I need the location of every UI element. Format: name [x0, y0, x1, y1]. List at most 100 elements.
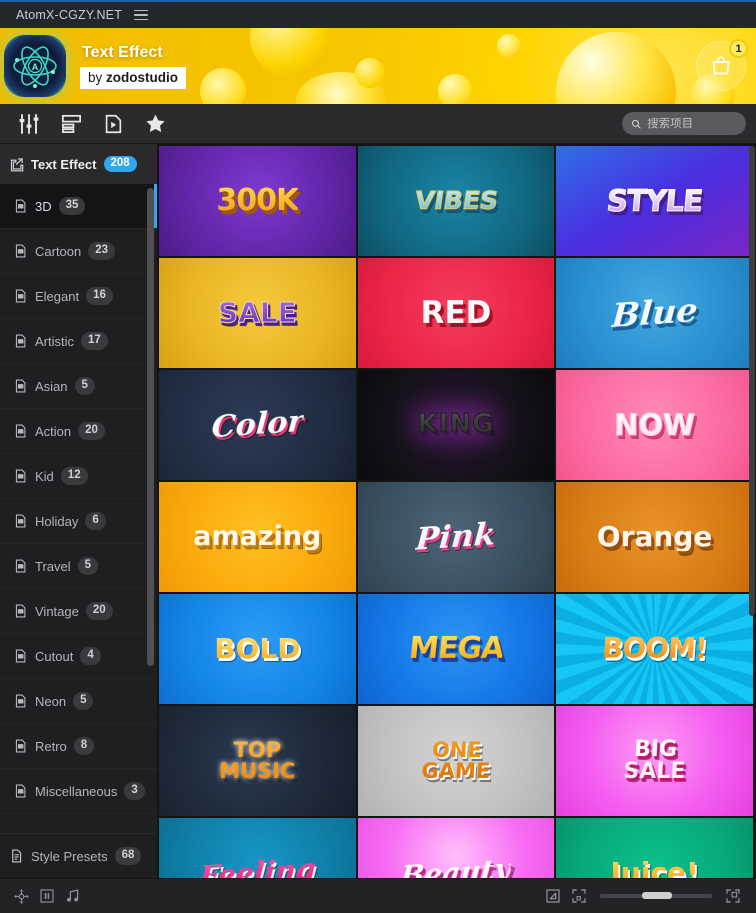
- star-icon[interactable]: [134, 105, 176, 143]
- template-thumbnail[interactable]: Juice! Juice!: [556, 818, 753, 878]
- template-thumbnail[interactable]: Color Color: [159, 370, 356, 480]
- title-bar: AtomX-CGZY.NET: [0, 0, 756, 28]
- template-thumbnail[interactable]: MEGA MEGA: [357, 594, 555, 704]
- cart-count-badge: 1: [729, 39, 748, 58]
- thumbnail-text-shadow: TOP MUSIC: [222, 742, 299, 787]
- sidebar-item-artistic[interactable]: AE Artistic 17: [0, 319, 157, 364]
- sidebar-item-miscellaneous[interactable]: AE Miscellaneous 3: [0, 769, 157, 814]
- file-play-icon[interactable]: [92, 105, 134, 143]
- main-body: Text Effect 208 AE 3D 35 AE Cartoon 23 AE …: [0, 144, 756, 878]
- sidebar-item-label: Miscellaneous: [35, 783, 118, 799]
- thumbnail-text: amazing: [193, 520, 322, 552]
- sidebar-item-action[interactable]: AE Action 20: [0, 409, 157, 454]
- shopping-bag-icon[interactable]: 1: [696, 39, 748, 91]
- zoom-slider[interactable]: [600, 892, 712, 899]
- thumbnail-text-shadow: amazing: [196, 524, 325, 556]
- thumbnail-text-shadow: MEGA: [409, 635, 508, 671]
- sidebar-item-style-presets[interactable]: Style Presets 68: [0, 833, 157, 878]
- sidebar-item-kid[interactable]: AE Kid 12: [0, 454, 157, 499]
- thumbnail-text-shadow: RED: [423, 298, 495, 335]
- sidebar-item-elegant[interactable]: AE Elegant 16: [0, 274, 157, 319]
- sidebar-item-count: 6: [85, 511, 106, 531]
- template-thumbnail[interactable]: Beauty Beauty: [357, 818, 555, 878]
- svg-text:A: A: [32, 62, 39, 72]
- sliders-icon[interactable]: [8, 105, 50, 143]
- template-thumbnail[interactable]: BOLD BOLD: [159, 594, 356, 704]
- template-thumbnail[interactable]: RED RED: [357, 258, 555, 368]
- sidebar-item-cartoon[interactable]: AE Cartoon 23: [0, 229, 157, 274]
- thumbnail-text: Feeling: [198, 852, 316, 878]
- template-thumbnail[interactable]: 300K 300K: [159, 146, 356, 256]
- banner-author: by zodostudio: [80, 66, 186, 89]
- zoom-slider-thumb[interactable]: [642, 892, 672, 899]
- thumbnail-text: MEGA: [407, 631, 505, 667]
- svg-text:AE: AE: [18, 475, 23, 479]
- template-thumbnail[interactable]: ONE GAME ONE GAME: [357, 706, 555, 816]
- sidebar-item-count: 5: [77, 556, 99, 576]
- template-thumbnail[interactable]: VIBES VIBES: [357, 146, 555, 256]
- banner-author-name: zodostudio: [106, 69, 178, 85]
- ae-file-icon: AE: [15, 379, 26, 393]
- crop-frame-icon[interactable]: [566, 884, 592, 908]
- sidebar-item-label: Travel: [35, 558, 71, 574]
- sidebar-item-retro[interactable]: AE Retro 8: [0, 724, 157, 769]
- ae-file-icon: AE: [15, 469, 26, 483]
- sidebar-header[interactable]: Text Effect 208: [0, 144, 157, 184]
- thumbnail-text: NOW: [614, 407, 696, 442]
- ae-file-icon: AE: [15, 604, 26, 618]
- template-thumbnail[interactable]: Orange Orange: [556, 482, 753, 592]
- svg-text:AE: AE: [18, 610, 23, 614]
- banner-text-block: Text Effect by zodostudio: [80, 44, 186, 89]
- sidebar-item-label: Cartoon: [35, 243, 82, 259]
- template-grid-area: 300K 300K VIBES VIBES STYLE STYLE SALE SALE RED R…: [157, 144, 756, 878]
- thumbnail-text: Beauty: [400, 853, 512, 878]
- sidebar-item-count: 5: [74, 376, 95, 396]
- thumbnail-text: Color: [210, 404, 305, 446]
- thumbnail-text-shadow: VIBES: [415, 189, 502, 219]
- search-box[interactable]: [622, 112, 746, 135]
- sidebar-item-count: 5: [73, 691, 94, 711]
- back-arrow-icon: [10, 157, 24, 171]
- template-thumbnail[interactable]: STYLE STYLE: [556, 146, 753, 256]
- music-note-icon[interactable]: [60, 884, 86, 908]
- sidebar-item-label: Kid: [35, 468, 54, 484]
- search-input[interactable]: [647, 117, 737, 130]
- move-tool-icon[interactable]: [8, 884, 34, 908]
- pause-icon[interactable]: [34, 884, 60, 908]
- sidebar-item-neon[interactable]: AE Neon 5: [0, 679, 157, 724]
- sidebar-item-travel[interactable]: AE Travel 5: [0, 544, 157, 589]
- template-thumbnail[interactable]: SALE SALE: [159, 258, 356, 368]
- template-thumbnail[interactable]: KING KING: [357, 370, 555, 480]
- hamburger-menu-icon[interactable]: [134, 8, 149, 22]
- template-thumbnail[interactable]: BOOM! BOOM!: [556, 594, 753, 704]
- thumbnail-text: 300K: [216, 183, 299, 219]
- thumbnail-text-shadow: STYLE: [608, 187, 707, 222]
- template-thumbnail[interactable]: TOP MUSIC TOP MUSIC: [159, 706, 356, 816]
- ae-file-icon: AE: [15, 334, 26, 348]
- list-layout-icon[interactable]: [50, 105, 92, 143]
- sidebar-item-holiday[interactable]: AE Holiday 6: [0, 499, 157, 544]
- sidebar-item-asian[interactable]: AE Asian 5: [0, 364, 157, 409]
- search-icon: [631, 119, 641, 129]
- expand-arrow-icon[interactable]: [540, 884, 566, 908]
- sidebar-item-count: 17: [81, 331, 108, 351]
- thumbnail-text-shadow: BOOM!: [603, 636, 711, 670]
- template-thumbnail[interactable]: NOW NOW: [556, 370, 753, 480]
- thumbnail-text: Orange: [596, 520, 713, 554]
- template-thumbnail[interactable]: amazing amazing: [159, 482, 356, 592]
- sidebar-item-count: 20: [78, 421, 105, 441]
- svg-text:AE: AE: [18, 655, 23, 659]
- grid-scrollbar[interactable]: [749, 146, 755, 616]
- sidebar-scrollbar[interactable]: [147, 188, 154, 666]
- sidebar-item-3d[interactable]: AE 3D 35: [0, 184, 157, 229]
- sidebar-item-vintage[interactable]: AE Vintage 20: [0, 589, 157, 634]
- template-thumbnail[interactable]: Pink Pink: [357, 482, 555, 592]
- template-thumbnail[interactable]: Blue Blue: [556, 258, 753, 368]
- thumbnail-text-shadow: Juice!: [613, 860, 702, 878]
- template-thumbnail[interactable]: BIG SALE BIG SALE: [556, 706, 753, 816]
- decorative-bubble: [296, 72, 386, 104]
- sidebar-item-cutout[interactable]: AE Cutout 4: [0, 634, 157, 679]
- atom-logo-icon: A: [4, 35, 66, 97]
- fullscreen-icon[interactable]: [720, 884, 746, 908]
- template-thumbnail[interactable]: Feeling Feeling: [159, 818, 356, 878]
